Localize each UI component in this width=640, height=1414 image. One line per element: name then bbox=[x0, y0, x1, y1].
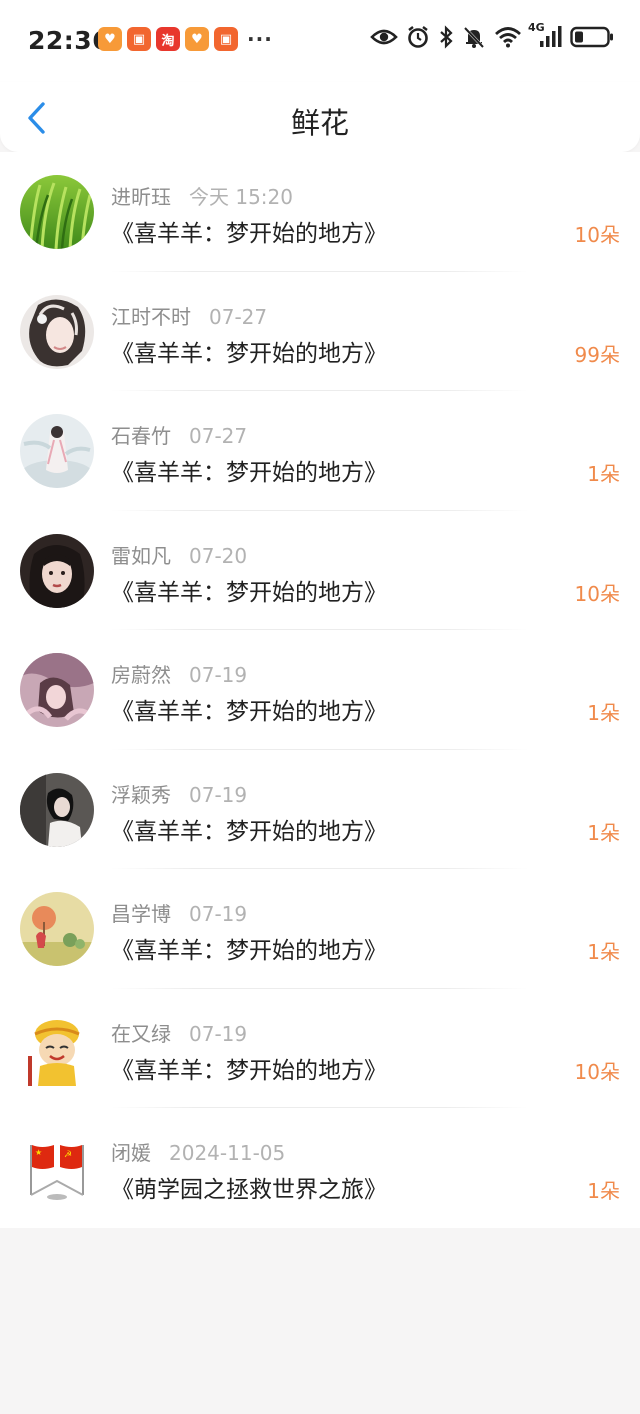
sender-meta: 江时不时 07-27 bbox=[111, 301, 267, 330]
wifi-icon bbox=[494, 26, 522, 48]
more-notifications-icon: ··· bbox=[247, 27, 273, 51]
sender-meta: 雷如凡 07-20 bbox=[111, 540, 247, 569]
sender-meta: 在又绿 07-19 bbox=[111, 1018, 247, 1047]
alarm-icon bbox=[406, 25, 430, 49]
send-time: 07-27 bbox=[209, 304, 268, 329]
svg-text:☭: ☭ bbox=[64, 1150, 72, 1160]
sender-name: 在又绿 bbox=[111, 1021, 171, 1046]
system-icons: 4G bbox=[370, 21, 614, 49]
list-item[interactable]: 昌学博 07-19 《喜羊羊：梦开始的地方》 1朵 bbox=[0, 869, 640, 989]
flower-count: 1朵 bbox=[587, 1179, 620, 1203]
sender-name: 浮颖秀 bbox=[111, 782, 171, 807]
sender-meta: 进昕珏 今天 15:20 bbox=[111, 181, 293, 210]
app-icon-chat: ▣ bbox=[127, 27, 151, 51]
sender-meta: 昌学博 07-19 bbox=[111, 898, 247, 927]
send-time: 2024-11-05 bbox=[169, 1141, 286, 1165]
app-icon-heart-2: ♥ bbox=[185, 27, 209, 51]
send-time: 今天 15:20 bbox=[189, 185, 293, 209]
list-item[interactable]: 在又绿 07-19 《喜羊羊：梦开始的地方》 10朵 bbox=[0, 989, 640, 1108]
send-time: 07-19 bbox=[189, 902, 248, 926]
work-title: 《喜羊羊：梦开始的地方》 bbox=[111, 221, 387, 247]
mute-bell-icon bbox=[462, 25, 486, 49]
sender-meta: 石春竹 07-27 bbox=[111, 420, 247, 449]
avatar[interactable] bbox=[20, 175, 94, 249]
work-title: 《喜羊羊：梦开始的地方》 bbox=[111, 1057, 387, 1084]
flower-count: 1朵 bbox=[587, 701, 620, 725]
status-bar: 22:36 ♥ ▣ 淘 ♥ ▣ ··· 4G bbox=[0, 0, 640, 82]
send-time: 07-19 bbox=[189, 1021, 248, 1046]
list-item[interactable]: 石春竹 07-27 《喜羊羊：梦开始的地方》 1朵 bbox=[0, 391, 640, 511]
send-time: 07-19 bbox=[189, 782, 248, 807]
avatar[interactable] bbox=[20, 533, 94, 608]
eye-icon bbox=[370, 27, 398, 47]
avatar[interactable] bbox=[20, 772, 94, 847]
list-item[interactable]: 房蔚然 07-19 《喜羊羊：梦开始的地方》 1朵 bbox=[0, 630, 640, 750]
avatar[interactable] bbox=[20, 294, 94, 369]
work-title: 《喜羊羊：梦开始的地方》 bbox=[111, 340, 387, 367]
flower-gift-list: 进昕珏 今天 15:20 《喜羊羊：梦开始的地方》 10朵 江时不时 07-27 《… bbox=[0, 152, 640, 1228]
list-item[interactable]: 浮颖秀 07-19 《喜羊羊：梦开始的地方》 1朵 bbox=[0, 750, 640, 869]
send-time: 07-20 bbox=[189, 543, 248, 568]
sender-name: 雷如凡 bbox=[111, 543, 171, 568]
sender-name: 昌学博 bbox=[111, 902, 171, 926]
work-title: 《喜羊羊：梦开始的地方》 bbox=[111, 460, 387, 486]
app-icon-taobao: 淘 bbox=[156, 27, 180, 51]
avatar[interactable] bbox=[20, 892, 94, 966]
app-icon-chat-2: ▣ bbox=[214, 27, 238, 51]
work-title: 《喜羊羊：梦开始的地方》 bbox=[111, 938, 387, 964]
list-item[interactable]: 雷如凡 07-20 《喜羊羊：梦开始的地方》 10朵 bbox=[0, 511, 640, 630]
sender-name: 房蔚然 bbox=[111, 663, 171, 687]
flower-count: 1朵 bbox=[587, 462, 620, 486]
list-item[interactable]: 进昕珏 今天 15:20 《喜羊羊：梦开始的地方》 10朵 bbox=[0, 152, 640, 272]
avatar[interactable]: ★ ☭ bbox=[20, 1131, 94, 1205]
sender-name: 进昕珏 bbox=[111, 185, 171, 209]
flower-count: 10朵 bbox=[574, 581, 620, 606]
avatar[interactable] bbox=[20, 414, 94, 488]
work-title: 《萌学园之拯救世界之旅》 bbox=[111, 1177, 387, 1203]
svg-text:★: ★ bbox=[35, 1148, 42, 1157]
app-icon-heart: ♥ bbox=[98, 27, 122, 51]
flower-count: 1朵 bbox=[587, 820, 620, 845]
list-item[interactable]: ★ ☭ 闭媛 2024-11-05 《萌学园之拯救世界之旅》 1朵 bbox=[0, 1108, 640, 1228]
battery-icon bbox=[570, 26, 614, 48]
send-time: 07-27 bbox=[189, 424, 248, 448]
sender-meta: 闭媛 2024-11-05 bbox=[111, 1137, 285, 1166]
avatar[interactable] bbox=[20, 653, 94, 727]
bluetooth-icon bbox=[438, 25, 454, 49]
sender-meta: 房蔚然 07-19 bbox=[111, 659, 247, 688]
network-type-label: 4G bbox=[528, 21, 545, 34]
flower-count: 10朵 bbox=[574, 223, 620, 247]
sender-meta: 浮颖秀 07-19 bbox=[111, 779, 247, 808]
sender-name: 石春竹 bbox=[111, 424, 171, 448]
work-title: 《喜羊羊：梦开始的地方》 bbox=[111, 579, 387, 606]
sender-name: 闭媛 bbox=[111, 1141, 151, 1165]
notification-icons: ♥ ▣ 淘 ♥ ▣ ··· bbox=[98, 27, 273, 51]
work-title: 《喜羊羊：梦开始的地方》 bbox=[111, 818, 387, 845]
flower-count: 1朵 bbox=[587, 940, 620, 964]
sender-name: 江时不时 bbox=[111, 304, 191, 329]
list-item[interactable]: 江时不时 07-27 《喜羊羊：梦开始的地方》 99朵 bbox=[0, 272, 640, 391]
signal-icon: 4G bbox=[528, 21, 562, 49]
flower-count: 10朵 bbox=[574, 1059, 620, 1084]
flower-count: 99朵 bbox=[574, 342, 620, 367]
page-title: 鲜花 bbox=[290, 106, 349, 140]
work-title: 《喜羊羊：梦开始的地方》 bbox=[111, 699, 387, 725]
send-time: 07-19 bbox=[189, 663, 248, 687]
navigation-bar: 鲜花 bbox=[0, 82, 640, 152]
avatar[interactable] bbox=[20, 1011, 94, 1086]
